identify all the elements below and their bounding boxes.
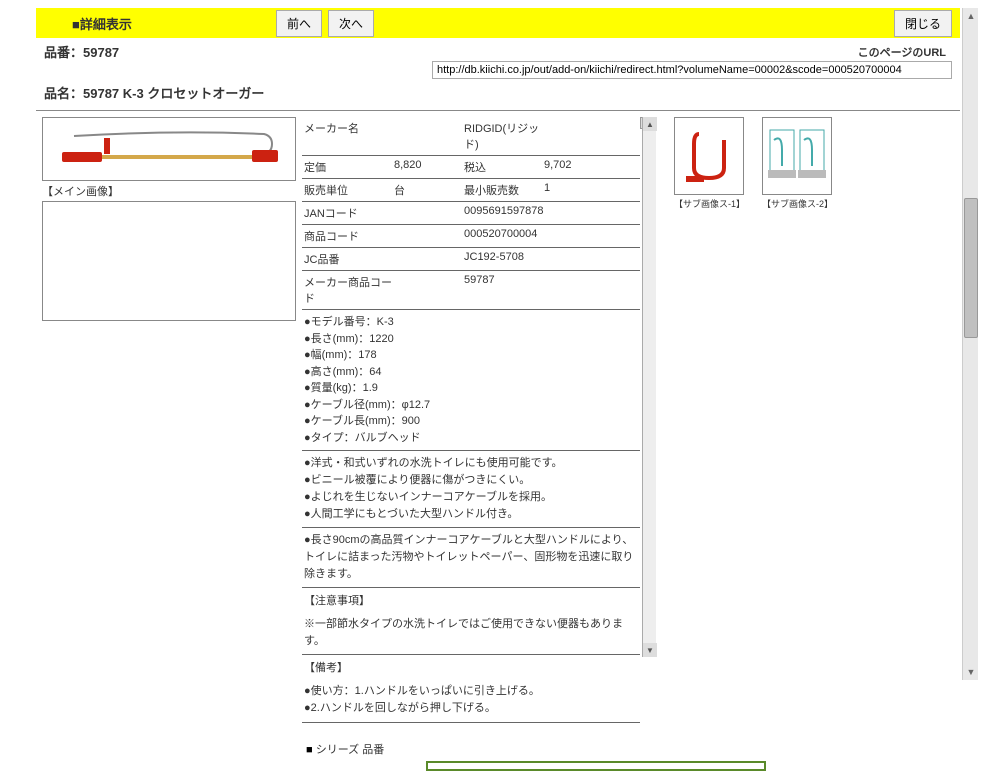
spec-label-2: RIDGID(リジッド)	[464, 120, 544, 152]
main-image-caption: 【メイン画像】	[42, 183, 296, 199]
spec-row: 販売単位台最小販売数1	[302, 179, 640, 202]
spec-value-2: 9,702	[544, 159, 638, 175]
spec-label-2: 税込	[464, 159, 544, 175]
spec-value-1: 8,820	[394, 159, 464, 175]
spec-label: JC品番	[304, 251, 394, 267]
main-image	[42, 117, 296, 181]
spec-row: メーカー名 RIDGID(リジッド)	[302, 117, 640, 156]
spec-label-2: 000520700004	[464, 228, 544, 244]
spec-label-2: 最小販売数	[464, 182, 544, 198]
series-label: シリーズ 品番	[316, 744, 385, 756]
thumbnail-column: 【サブ画像ス-1】 【サブ画像ス-2】	[674, 117, 832, 210]
caution-label: 【注意事項】	[302, 588, 640, 612]
product-name: 59787 K-3 クロセットオーガー	[83, 86, 264, 101]
url-label: このページのURL	[858, 44, 946, 60]
secondary-image-box	[42, 201, 296, 321]
product-code-label: 品番：	[44, 45, 83, 60]
spec-value-2	[544, 251, 638, 267]
series-table	[426, 761, 766, 771]
spec-panel: ▲ メーカー名RIDGID(リジッド)定価8,820税込9,702販売単位台最小…	[302, 117, 640, 723]
panel-scroll-up-arrow-icon[interactable]: ▲	[643, 117, 657, 131]
prev-button[interactable]: 前へ	[276, 10, 322, 37]
auger-product-icon	[54, 128, 284, 170]
spec-row: 定価8,820税込9,702	[302, 156, 640, 179]
product-code: 59787	[83, 45, 119, 60]
product-name-label: 品名：	[44, 86, 83, 101]
spec-label: 定価	[304, 159, 394, 175]
sub-image-1-caption: 【サブ画像ス-1】	[674, 197, 744, 210]
spec-value-2	[544, 228, 638, 244]
spec-label-2: 59787	[464, 274, 544, 306]
hook-icon	[684, 126, 734, 186]
spec-value-1	[394, 251, 464, 267]
spec-label: メーカー商品コード	[304, 274, 394, 306]
spec-details: ●モデル番号：K-3●長さ(mm)：1220●幅(mm)：178●高さ(mm)：…	[302, 310, 640, 451]
spec-value-1	[394, 274, 464, 306]
spec-label: メーカー名	[304, 120, 394, 152]
spec-value-2	[544, 205, 638, 221]
spec-label-2: JC192-5708	[464, 251, 544, 267]
next-button[interactable]: 次へ	[328, 10, 374, 37]
sub-image-2[interactable]	[762, 117, 832, 195]
spec-label-2: 0095691597878	[464, 205, 544, 221]
remarks-text: ●使い方：1.ハンドルをいっぱいに引き上げる。●2.ハンドルを回しながら押し下げ…	[302, 679, 640, 722]
remarks-label: 【備考】	[302, 655, 640, 679]
scrollbar-thumb[interactable]	[964, 198, 978, 338]
url-input[interactable]	[432, 61, 952, 79]
spec-value-2	[544, 274, 638, 306]
panel-scroll-down-arrow-icon[interactable]: ▼	[643, 643, 657, 657]
spec-value-2	[544, 120, 638, 152]
feature-block: ●洋式・和式いずれの水洗トイレにも使用可能です。●ビニール被覆により便器に傷がつ…	[302, 451, 640, 528]
spec-value-1: 台	[394, 182, 464, 198]
header-bar: ■詳細表示 前へ 次へ 閉じる	[36, 8, 960, 38]
spec-value-1	[394, 120, 464, 152]
spec-value-2: 1	[544, 182, 638, 198]
spec-row: メーカー商品コード 59787	[302, 271, 640, 310]
spec-row: JC品番 JC192-5708	[302, 248, 640, 271]
close-button[interactable]: 閉じる	[894, 10, 952, 37]
page-title: ■詳細表示	[72, 14, 132, 33]
spec-label: 商品コード	[304, 228, 394, 244]
spec-label: JANコード	[304, 205, 394, 221]
caution-text: ※一部節水タイプの水洗トイレではご使用できない便器もあります。	[302, 612, 640, 655]
sub-image-1[interactable]	[674, 117, 744, 195]
sub-image-2-caption: 【サブ画像ス-2】	[762, 197, 832, 210]
bullet-icon: ■	[306, 744, 316, 756]
spec-row: 商品コード 000520700004	[302, 225, 640, 248]
panel-scrollbar[interactable]: ▲ ▼	[642, 117, 656, 657]
page-scrollbar[interactable]: ▲ ▼	[962, 8, 978, 680]
spec-value-1	[394, 228, 464, 244]
scroll-up-icon[interactable]: ▲	[963, 8, 979, 24]
description-block: ●長さ90cmの高品質インナーコアケーブルと大型ハンドルにより、トイレに詰まった…	[302, 528, 640, 588]
scroll-down-icon[interactable]: ▼	[963, 664, 979, 680]
spec-row: JANコード 0095691597878	[302, 202, 640, 225]
spec-label: 販売単位	[304, 182, 394, 198]
spec-value-1	[394, 205, 464, 221]
diagram-icon	[768, 126, 826, 186]
